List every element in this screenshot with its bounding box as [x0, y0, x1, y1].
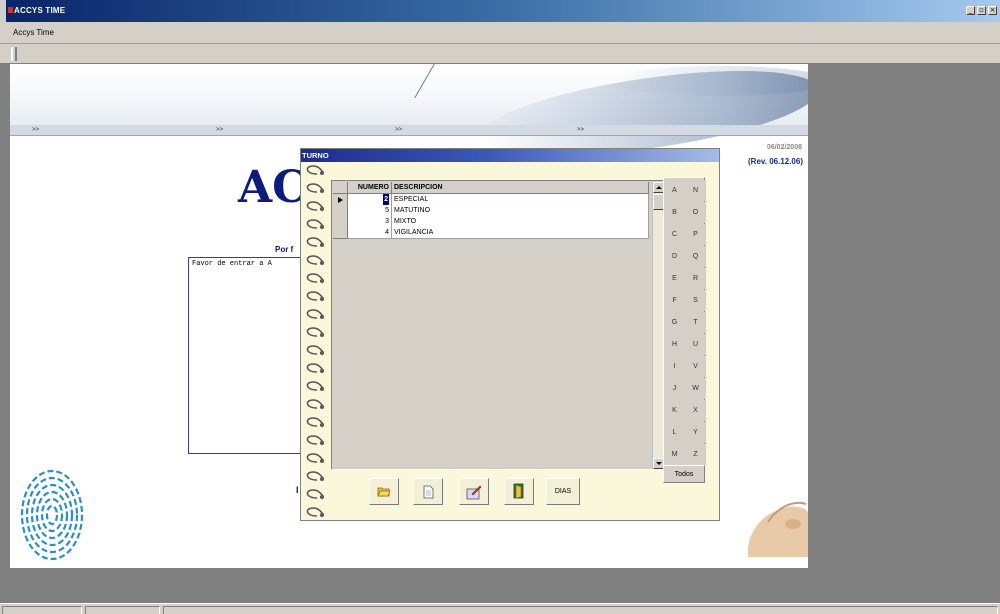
restore-button[interactable]: ▫ [977, 6, 986, 15]
turno-dialog: TURNO NUMERO DESCRIPCION 2 ESPECIAL 5 MATUT… [300, 148, 720, 521]
column-header-descripcion[interactable]: DESCRIPCION [392, 182, 649, 194]
letter-button-h[interactable]: H [664, 334, 685, 355]
grid-header: NUMERO DESCRIPCION [333, 182, 649, 194]
window-title-bar: ACCYS TIME _ ▫ × [0, 0, 1000, 22]
letter-button-a[interactable]: A [664, 180, 685, 201]
current-date: 06/02/2008 [766, 144, 802, 151]
table-row[interactable]: 4 VIGILANCIA [333, 227, 649, 239]
letter-button-u[interactable]: U [685, 334, 706, 355]
letter-button-g[interactable]: G [664, 312, 685, 333]
todos-button[interactable]: Todos [663, 465, 705, 483]
grid-vertical-scrollbar[interactable] [652, 182, 664, 469]
nav-link[interactable]: >> [395, 127, 402, 133]
letter-button-s[interactable]: S [685, 290, 706, 311]
letter-button-c[interactable]: C [664, 224, 685, 245]
open-button[interactable] [369, 478, 399, 505]
revision-label: (Rev. 06.12.06) [748, 157, 803, 166]
banner-nav-strip: >> >> >> >> [10, 125, 808, 136]
nav-link[interactable]: >> [32, 127, 39, 133]
cell-descripcion[interactable]: VIGILANCIA [392, 227, 649, 239]
letter-button-l[interactable]: L [664, 422, 685, 443]
exit-door-icon [513, 483, 524, 499]
hand-image [747, 502, 808, 557]
letter-button-f[interactable]: F [664, 290, 685, 311]
nav-link[interactable]: >> [577, 127, 584, 133]
nav-link[interactable]: >> [216, 127, 223, 133]
status-bar [0, 603, 1000, 614]
letter-button-q[interactable]: Q [685, 246, 706, 267]
message-text: Favor de entrar a A [192, 260, 272, 268]
edit-icon [466, 485, 482, 500]
status-panel [2, 606, 82, 614]
minimize-button[interactable]: _ [966, 6, 975, 15]
status-panel [85, 606, 160, 614]
column-header-numero[interactable]: NUMERO [348, 182, 392, 194]
edit-button[interactable] [459, 478, 489, 505]
cell-numero[interactable]: 4 [348, 227, 392, 239]
letter-button-k[interactable]: K [664, 400, 685, 421]
letter-button-p[interactable]: P [685, 224, 706, 245]
turno-grid: NUMERO DESCRIPCION 2 ESPECIAL 5 MATUTINO 3 MI… [331, 180, 665, 470]
dias-button[interactable]: DIAS [546, 478, 580, 505]
letter-button-e[interactable]: E [664, 268, 685, 289]
alphabet-filter-panel: ANBOCPDQERFSGTHUIVJWKXLYMZ [663, 177, 706, 467]
row-indicator-header [333, 182, 348, 194]
toolbar [0, 44, 1000, 64]
header-banner [10, 64, 808, 172]
status-panel [163, 606, 998, 614]
footer-text-fragment: I [296, 485, 299, 495]
login-prompt: Por f [275, 245, 294, 254]
letter-button-n[interactable]: N [685, 180, 706, 201]
letter-button-i[interactable]: I [664, 356, 685, 377]
dialog-title: TURNO [302, 151, 329, 160]
letter-button-d[interactable]: D [664, 246, 685, 267]
row-pointer-icon [338, 197, 343, 203]
letter-button-z[interactable]: Z [685, 444, 706, 465]
dialog-title-bar: TURNO [301, 149, 719, 162]
menu-bar: Accys Time [0, 22, 1000, 44]
window-title: ACCYS TIME [14, 6, 66, 15]
app-icon [8, 7, 13, 13]
letter-button-x[interactable]: X [685, 400, 706, 421]
letter-button-b[interactable]: B [664, 202, 685, 223]
letter-button-o[interactable]: O [685, 202, 706, 223]
letter-button-v[interactable]: V [685, 356, 706, 377]
letter-button-y[interactable]: Y [685, 422, 706, 443]
close-button[interactable]: × [988, 6, 997, 15]
open-folder-icon [377, 487, 391, 497]
letter-button-m[interactable]: M [664, 444, 685, 465]
app-title-logo: AC [238, 162, 308, 213]
menu-item-accys-time[interactable]: Accys Time [13, 28, 54, 37]
letter-button-t[interactable]: T [685, 312, 706, 333]
toolbar-grip[interactable] [11, 47, 17, 61]
row-indicator[interactable] [333, 227, 348, 239]
exit-button[interactable] [504, 478, 534, 505]
new-record-button[interactable] [413, 478, 443, 505]
new-document-icon [423, 485, 434, 499]
letter-button-w[interactable]: W [685, 378, 706, 399]
fingerprint-icon [20, 469, 84, 561]
spiral-binding-icon [306, 165, 325, 518]
letter-button-j[interactable]: J [664, 378, 685, 399]
letter-button-r[interactable]: R [685, 268, 706, 289]
